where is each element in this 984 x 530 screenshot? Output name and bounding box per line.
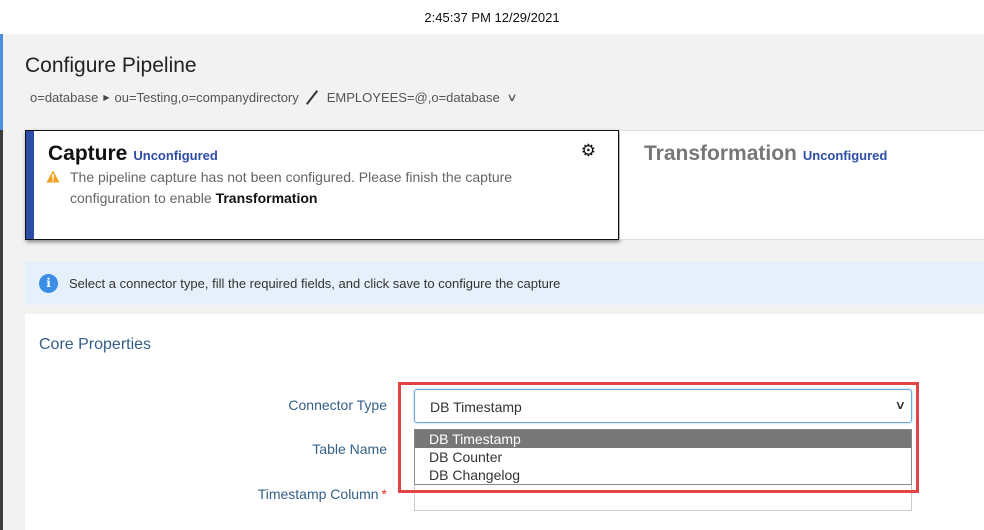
left-dark-strip: [0, 130, 3, 530]
capture-message-bold: Transformation: [215, 190, 318, 206]
clock-text: 2:45:37 PM 12/29/2021: [424, 10, 560, 25]
warning-icon: [46, 170, 60, 183]
transformation-status-badge: Unconfigured: [802, 148, 888, 163]
connector-type-label: Connector Type: [288, 397, 387, 413]
chevron-down-icon[interactable]: ∨: [506, 91, 517, 104]
breadcrumb-item-testing[interactable]: ou=Testing,o=companydirectory: [114, 90, 298, 105]
highlight-box: [398, 382, 919, 493]
gear-icon[interactable]: ⚙: [581, 141, 596, 161]
capture-card[interactable]: Capture Unconfigured ⚙ The pipeline captu…: [25, 130, 619, 240]
capture-status-badge: Unconfigured: [133, 148, 218, 163]
required-marker: *: [381, 486, 387, 502]
breadcrumb-item-database[interactable]: o=database: [30, 90, 98, 105]
breadcrumb-separator: [305, 90, 318, 105]
transformation-card[interactable]: Transformation Unconfigured: [620, 130, 984, 240]
info-icon: i: [39, 274, 58, 293]
timestamp-column-label-text: Timestamp Column: [257, 486, 379, 502]
breadcrumb: o=database ▶ ou=Testing,o=companydirecto…: [30, 89, 517, 106]
capture-card-title: Capture Unconfigured: [48, 142, 218, 166]
transformation-card-title: Transformation Unconfigured: [644, 142, 887, 166]
capture-message: The pipeline capture has not been config…: [70, 167, 590, 209]
info-banner: i Select a connector type, fill the requ…: [25, 262, 984, 305]
info-text: Select a connector type, fill the requir…: [69, 276, 561, 291]
page-title: Configure Pipeline: [25, 54, 197, 77]
table-name-label: Table Name: [312, 441, 387, 457]
capture-title-text: Capture: [48, 142, 128, 165]
caret-right-icon: ▶: [103, 93, 110, 102]
transformation-title-text: Transformation: [644, 142, 797, 165]
system-clock-bar: 2:45:37 PM 12/29/2021: [0, 0, 984, 34]
timestamp-column-label: Timestamp Column *: [187, 486, 387, 502]
core-properties-title: Core Properties: [39, 336, 152, 353]
capture-card-accent: [26, 131, 34, 239]
breadcrumb-item-employees[interactable]: EMPLOYEES=@,o=database: [327, 90, 500, 105]
